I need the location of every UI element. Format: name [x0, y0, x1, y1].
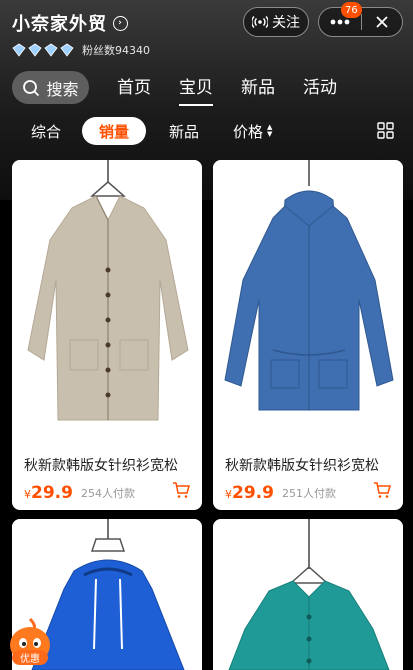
product-info: 秋新款韩版女针织衫宽松 ¥29.9 254人付款	[12, 455, 202, 503]
product-image	[12, 160, 202, 445]
product-card[interactable]	[213, 519, 403, 670]
chevron-right-icon: ›	[113, 15, 128, 31]
search-label: 搜索	[46, 79, 79, 99]
main-nav: 搜索 首页 宝贝 新品 活动	[12, 71, 351, 106]
follow-button[interactable]: 关注	[243, 7, 309, 37]
promo-label: 优惠	[12, 650, 48, 665]
close-icon	[376, 16, 388, 28]
sort-sales[interactable]: 销量	[82, 117, 147, 145]
product-card[interactable]: 秋新款韩版女针织衫宽松 ¥29.9 251人付款	[213, 160, 403, 510]
grid-view-icon[interactable]	[377, 122, 394, 139]
sort-new[interactable]: 新品	[169, 117, 199, 145]
cart-icon[interactable]	[373, 481, 391, 499]
close-button[interactable]	[362, 8, 402, 36]
product-title: 秋新款韩版女针织衫宽松	[225, 458, 379, 474]
diamond-icon	[44, 43, 58, 57]
teal-cardigan-image	[213, 519, 403, 670]
shop-name[interactable]: 小奈家外贸 ›	[12, 10, 128, 36]
product-sales: 254人付款	[80, 487, 135, 500]
diamond-icon	[28, 43, 42, 57]
search-button[interactable]: 搜索	[12, 71, 89, 104]
cart-icon[interactable]	[172, 481, 190, 499]
sort-price[interactable]: 价格 ▲ ▼	[233, 117, 272, 145]
product-price: ¥29.9	[24, 483, 73, 503]
fan-count: 粉丝数94340	[82, 44, 150, 57]
product-card[interactable]: 秋新款韩版女针织衫宽松 ¥29.9 254人付款	[12, 160, 202, 510]
follow-label: 关注	[272, 15, 300, 31]
hooded-cardigan-image	[224, 160, 394, 411]
tab-activity[interactable]: 活动	[303, 73, 337, 102]
more-dots-icon	[330, 19, 350, 25]
shop-level-badges: 粉丝数94340	[12, 42, 150, 58]
search-icon	[23, 79, 40, 96]
sort-comprehensive[interactable]: 综合	[31, 117, 61, 145]
tab-new[interactable]: 新品	[241, 73, 275, 102]
product-price: ¥29.9	[225, 483, 274, 503]
product-meta: ¥29.9 254人付款	[24, 481, 190, 503]
tab-home[interactable]: 首页	[117, 73, 151, 102]
product-sales: 251人付款	[281, 487, 336, 500]
notification-badge: 76	[341, 2, 362, 18]
broadcast-icon	[252, 16, 268, 28]
diamond-icon	[12, 43, 26, 57]
shop-name-text: 小奈家外贸	[12, 14, 107, 35]
cardigan-image	[27, 160, 189, 421]
product-meta: ¥29.9 251人付款	[225, 481, 391, 503]
promo-float-button[interactable]: 优惠	[6, 617, 54, 667]
sort-bar: 综合 销量 新品 价格 ▲ ▼	[0, 117, 413, 145]
sort-arrows-icon: ▲ ▼	[267, 123, 273, 138]
product-image	[213, 160, 403, 445]
product-title: 秋新款韩版女针织衫宽松	[24, 458, 178, 474]
product-info: 秋新款韩版女针织衫宽松 ¥29.9 251人付款	[213, 455, 403, 503]
diamond-icon	[60, 43, 74, 57]
sort-price-label: 价格	[233, 122, 264, 141]
tab-products[interactable]: 宝贝	[179, 73, 213, 106]
